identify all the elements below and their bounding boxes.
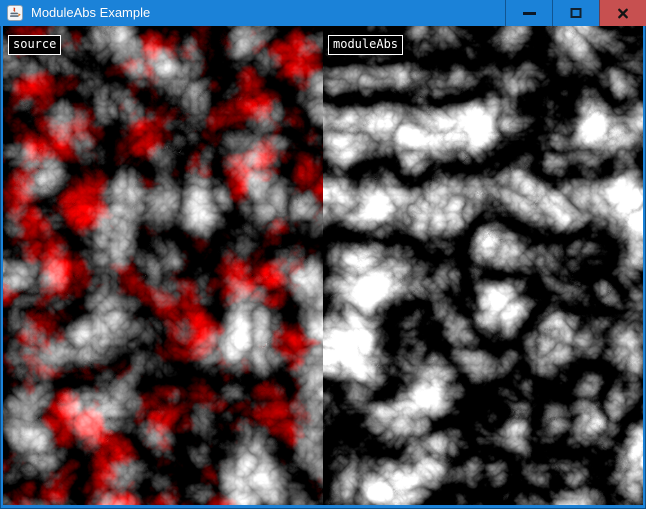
moduleabs-label: moduleAbs [328, 35, 403, 55]
minimize-icon [523, 12, 536, 15]
source-noise-image [3, 26, 323, 505]
maximize-icon [570, 7, 582, 19]
source-label: source [8, 35, 61, 55]
minimize-button[interactable] [505, 0, 552, 26]
window-titlebar: ModuleAbs Example [0, 0, 646, 26]
maximize-button[interactable] [552, 0, 599, 26]
render-canvas: source moduleAbs [3, 26, 643, 505]
moduleabs-noise-image [323, 26, 643, 505]
window-title: ModuleAbs Example [31, 0, 150, 26]
java-app-icon [7, 5, 23, 21]
close-button[interactable] [599, 0, 646, 26]
close-icon [617, 7, 629, 19]
application-window: ModuleAbs Example [0, 0, 646, 509]
